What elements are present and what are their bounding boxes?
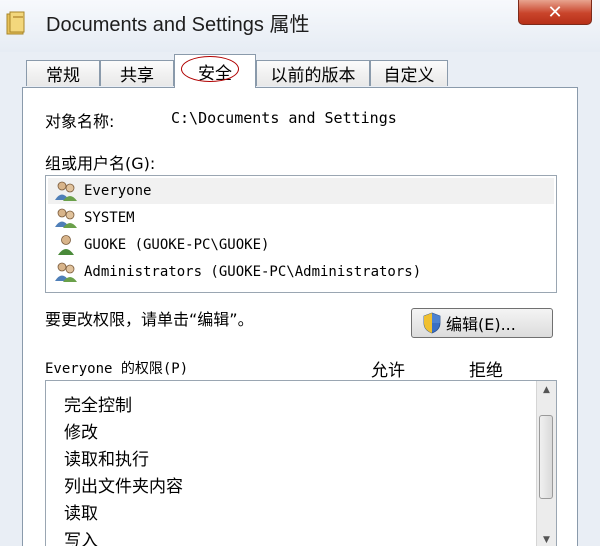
tab-sharing[interactable]: 共享	[100, 60, 174, 86]
edit-button[interactable]: 编辑(E)...	[411, 308, 553, 338]
scroll-down-arrow-icon[interactable]: ▼	[537, 531, 556, 546]
object-name-label: 对象名称:	[45, 112, 115, 131]
permissions-label: Everyone 的权限(P)	[45, 361, 189, 377]
deny-column-header: 拒绝	[469, 361, 503, 381]
permissions-scrollbar[interactable]: ▲ ▼	[536, 381, 556, 546]
properties-window: Documents and Settings 属性 ✕ 常规 共享 安全 以前的…	[0, 0, 600, 546]
folder-icon	[6, 11, 25, 35]
highlight-circle	[181, 56, 239, 82]
object-name-value: C:\Documents and Settings	[171, 109, 397, 127]
tab-strip: 常规 共享 安全 以前的版本 自定义	[22, 54, 600, 88]
list-item-everyone[interactable]: Everyone	[48, 178, 554, 204]
permission-item: 写入	[64, 531, 98, 546]
edit-button-label: 编辑(E)...	[446, 315, 516, 334]
uac-shield-icon	[423, 312, 441, 334]
window-title: Documents and Settings 属性	[46, 14, 310, 36]
title-bar[interactable]: Documents and Settings 属性 ✕	[0, 0, 600, 52]
users-listbox[interactable]: Everyone SYSTEM GUOKE (GUOKE-PC\GUOKE) A…	[45, 175, 557, 293]
list-item-system[interactable]: SYSTEM	[48, 205, 554, 231]
security-panel: 对象名称: C:\Documents and Settings 组或用户名(G)…	[22, 87, 578, 546]
tab-security[interactable]: 安全	[174, 54, 256, 88]
permission-item: 完全控制	[64, 396, 132, 416]
user-name: Everyone	[84, 183, 152, 199]
user-name: Administrators (GUOKE-PC\Administrators)	[84, 264, 422, 280]
permissions-list[interactable]: 完全控制 修改 读取和执行 列出文件夹内容 读取 写入 ▲ ▼	[45, 380, 557, 546]
allow-column-header: 允许	[371, 361, 405, 381]
permission-item: 修改	[64, 423, 98, 443]
permission-item: 读取和执行	[64, 450, 149, 470]
edit-hint-text: 要更改权限，请单击“编辑”。	[45, 310, 254, 329]
group-users-icon	[55, 208, 77, 228]
user-icon	[58, 235, 74, 255]
scroll-up-arrow-icon[interactable]: ▲	[537, 381, 556, 399]
user-name: SYSTEM	[84, 210, 135, 226]
group-users-icon	[55, 262, 77, 282]
group-users-icon	[55, 181, 77, 201]
user-name: GUOKE (GUOKE-PC\GUOKE)	[84, 237, 270, 253]
permission-item: 读取	[64, 504, 98, 524]
permission-item: 列出文件夹内容	[64, 477, 183, 497]
close-icon: ✕	[547, 1, 563, 23]
tab-previous-versions[interactable]: 以前的版本	[256, 60, 370, 86]
tab-customize[interactable]: 自定义	[370, 60, 448, 86]
scroll-thumb[interactable]	[539, 415, 553, 499]
list-item-guoke[interactable]: GUOKE (GUOKE-PC\GUOKE)	[48, 232, 554, 258]
tab-general[interactable]: 常规	[26, 60, 100, 86]
close-button[interactable]: ✕	[518, 0, 592, 25]
group-users-label: 组或用户名(G):	[45, 154, 156, 173]
list-item-administrators[interactable]: Administrators (GUOKE-PC\Administrators)	[48, 259, 554, 285]
